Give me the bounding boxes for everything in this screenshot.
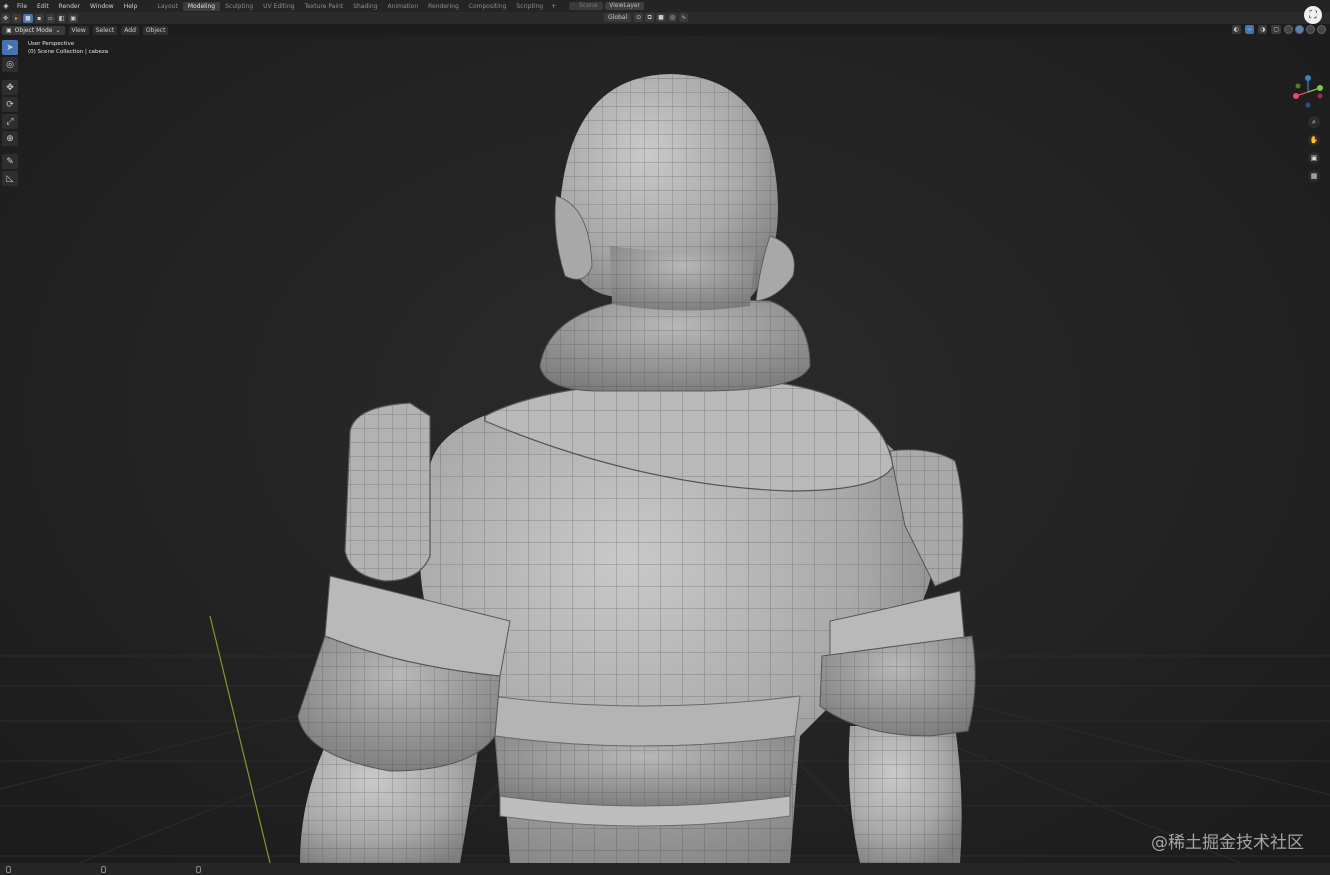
y-axis-line xyxy=(209,615,271,863)
scene-render xyxy=(0,74,1330,863)
menu-view[interactable]: View xyxy=(68,25,89,35)
transform-icon[interactable]: ⊕ xyxy=(2,131,18,146)
move-icon[interactable]: ✥ xyxy=(2,80,18,95)
select-mode-icon[interactable]: ▸ xyxy=(12,13,22,23)
mode-label: Object Mode xyxy=(14,26,53,34)
falloff-icon[interactable]: ∿ xyxy=(679,13,689,22)
menu-edit[interactable]: Edit xyxy=(32,3,54,10)
add-workspace-button[interactable]: + xyxy=(548,3,559,10)
tab-shading[interactable]: Shading xyxy=(348,2,382,11)
select-new-icon[interactable]: ■ xyxy=(23,13,33,23)
left-shoulder-pod xyxy=(344,402,431,582)
editor-header: ✥ ▸ ■ ▪ ▫ ◧ ▣ Global ⊙ ⧉ ■ ◎ ∿ xyxy=(0,12,1330,24)
tab-modeling[interactable]: Modeling xyxy=(182,1,221,11)
editor-type-icon[interactable]: ✥ xyxy=(1,13,11,23)
status-bar xyxy=(0,863,1330,875)
menu-object[interactable]: Object xyxy=(142,25,169,35)
material-shading-icon[interactable] xyxy=(1306,25,1315,34)
menu-add[interactable]: Add xyxy=(121,25,139,35)
watermark: @稀土掘金技术社区 xyxy=(1151,833,1304,853)
select-extend-icon[interactable]: ▪ xyxy=(34,13,44,23)
select-box-icon[interactable]: ➤ xyxy=(2,40,18,55)
solid-shading-icon[interactable] xyxy=(1295,25,1304,34)
tab-uv-editing[interactable]: UV Editing xyxy=(258,2,299,11)
view-object-types-icon[interactable]: ◐ xyxy=(1231,25,1242,34)
mode-dropdown[interactable]: ▣ Object Mode ⌄ xyxy=(2,25,65,35)
orientation-dropdown[interactable]: Global xyxy=(604,13,632,22)
viewport-shading-controls: ◐ ⊹ ◑ ▢ xyxy=(1231,25,1326,34)
pivot-icon[interactable]: ⊙ xyxy=(634,13,644,22)
tab-sculpting[interactable]: Sculpting xyxy=(220,2,258,11)
rendered-shading-icon[interactable] xyxy=(1317,25,1326,34)
zoom-icon[interactable]: ⌕ xyxy=(1308,116,1320,128)
mouse-icon xyxy=(196,865,201,873)
fullscreen-icon[interactable]: ⛶ xyxy=(1304,6,1322,24)
snap-target-icon[interactable]: ■ xyxy=(656,13,666,22)
select-invert-icon[interactable]: ◧ xyxy=(56,13,67,23)
rotate-icon[interactable]: ⟳ xyxy=(2,97,18,112)
tab-scripting[interactable]: Scripting xyxy=(511,2,548,11)
tab-layout[interactable]: Layout xyxy=(152,2,182,11)
chevron-down-icon: ⌄ xyxy=(55,26,61,34)
measure-icon[interactable]: ◺ xyxy=(2,171,18,186)
object-mode-icon: ▣ xyxy=(6,26,12,34)
wireframe-shading-icon[interactable] xyxy=(1284,25,1293,34)
menu-select[interactable]: Select xyxy=(92,25,118,35)
collection-info-label: (0) Scene Collection | cabeza xyxy=(28,49,109,55)
status-mouse-middle xyxy=(101,865,106,873)
scale-icon[interactable]: ⤢ xyxy=(2,114,18,129)
tab-texture-paint[interactable]: Texture Paint xyxy=(299,2,348,11)
grid-icon[interactable]: ▦ xyxy=(1308,170,1320,182)
3d-viewport[interactable]: User Perspective (0) Scene Collection | … xyxy=(0,36,1330,863)
mouse-icon xyxy=(101,865,106,873)
snap-icon[interactable]: ⧉ xyxy=(645,13,655,22)
menu-render[interactable]: Render xyxy=(54,3,85,10)
neck-ring xyxy=(539,297,811,392)
select-intersect-icon[interactable]: ▣ xyxy=(68,13,79,23)
belt xyxy=(491,695,801,827)
tab-rendering[interactable]: Rendering xyxy=(423,2,464,11)
proportional-edit-icon[interactable]: ◎ xyxy=(667,13,678,22)
blender-window: ◈ File Edit Render Window Help Layout Mo… xyxy=(0,0,1330,875)
menu-file[interactable]: File xyxy=(12,3,32,10)
menu-help[interactable]: Help xyxy=(119,3,143,10)
top-menubar: ◈ File Edit Render Window Help Layout Mo… xyxy=(0,0,1330,12)
navigation-buttons: ⌕ ✋ ▣ ▦ xyxy=(1308,116,1320,182)
status-mouse-right xyxy=(196,865,201,873)
view-layer-selector[interactable]: ViewLayer xyxy=(605,2,645,10)
tab-compositing[interactable]: Compositing xyxy=(464,2,512,11)
select-subtract-icon[interactable]: ▫ xyxy=(45,13,55,23)
head xyxy=(554,74,795,311)
pan-hand-icon[interactable]: ✋ xyxy=(1308,134,1320,146)
mouse-icon xyxy=(6,865,11,873)
gizmo-toggle-icon[interactable]: ⊹ xyxy=(1245,25,1255,34)
overlays-icon[interactable]: ◑ xyxy=(1258,25,1268,34)
camera-icon[interactable]: ▣ xyxy=(1308,152,1320,164)
annotate-icon[interactable]: ✎ xyxy=(2,154,18,169)
tool-shelf: ➤ ◎ ✥ ⟳ ⤢ ⊕ ✎ ◺ xyxy=(2,40,20,186)
viewport-header: ▣ Object Mode ⌄ View Select Add Object ◐… xyxy=(0,24,1330,36)
blender-logo-icon[interactable]: ◈ xyxy=(0,0,12,12)
navigation-gizmo[interactable] xyxy=(1290,74,1326,110)
transform-controls: Global ⊙ ⧉ ■ ◎ ∿ xyxy=(604,13,689,22)
right-arm xyxy=(848,726,962,863)
menu-window[interactable]: Window xyxy=(85,3,119,10)
scene-selector[interactable]: Scene xyxy=(569,2,604,10)
tab-animation[interactable]: Animation xyxy=(383,2,424,11)
status-mouse-left xyxy=(6,865,11,873)
cursor-icon[interactable]: ◎ xyxy=(2,57,18,72)
workspace-tabs: Layout Modeling Sculpting UV Editing Tex… xyxy=(152,1,559,11)
xray-icon[interactable]: ▢ xyxy=(1271,25,1281,34)
view-name-label: User Perspective xyxy=(28,41,75,47)
